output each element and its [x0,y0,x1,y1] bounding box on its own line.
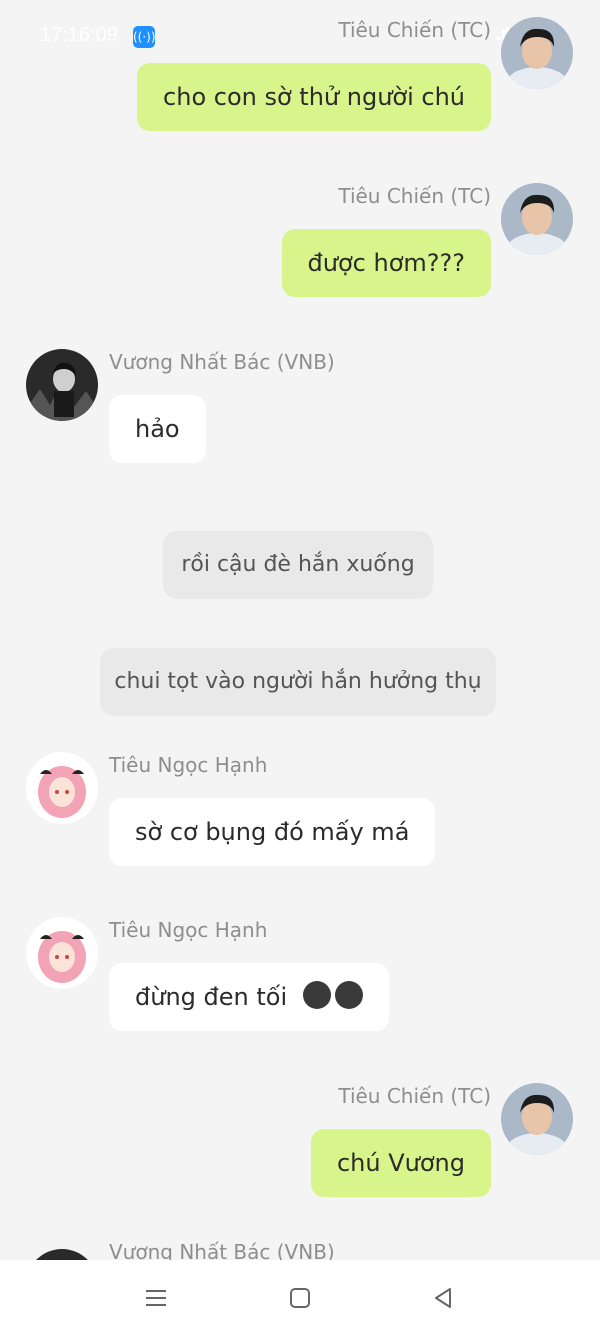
wifi-badge-icon: ((·)) [133,26,156,48]
menu-icon[interactable] [138,1280,174,1316]
tnh-avatar-icon[interactable] [26,917,98,989]
message-bubble[interactable]: chú Vương [310,1129,491,1197]
back-triangle-icon[interactable] [425,1280,461,1316]
sender-name: Vương Nhất Bác (VNB) [109,350,335,374]
sender-name: Tiêu Chiến (TC) [338,184,491,208]
sender-name: Tiêu Chiến (TC) [338,1084,491,1108]
status-time: 17:16:09 [40,24,118,46]
message-bubble[interactable]: sờ cơ bụng đó mấy má [109,798,436,866]
message-text: đừng đen tối [135,983,288,1011]
message-bubble[interactable]: đừng đen tối [109,963,389,1031]
message-bubble[interactable]: hảo [109,395,206,463]
tc-avatar-icon[interactable] [501,17,573,89]
tc-avatar-icon[interactable] [501,1083,573,1155]
message-bubble[interactable]: được hơm??? [281,229,491,297]
sender-name: Tiêu Ngọc Hạnh [109,753,268,777]
tc-avatar-icon[interactable] [501,183,573,255]
tnh-avatar-icon[interactable] [26,752,98,824]
dark-moon-face-emoji-icon [334,981,363,1009]
narration-bubble[interactable]: rồi cậu đè hắn xuống [163,531,433,599]
vnb-avatar-icon[interactable] [26,349,98,421]
bottom-nav-bar [0,1260,600,1333]
sender-name: Tiêu Chiến (TC) [338,18,491,42]
home-square-icon[interactable] [282,1280,318,1316]
message-bubble[interactable]: cho con sờ thử người chú [137,63,491,131]
narration-bubble[interactable]: chui tọt vào người hắn hưởng thụ [100,648,496,716]
dark-moon-face-emoji-icon [302,981,331,1009]
sender-name: Tiêu Ngọc Hạnh [109,918,268,942]
